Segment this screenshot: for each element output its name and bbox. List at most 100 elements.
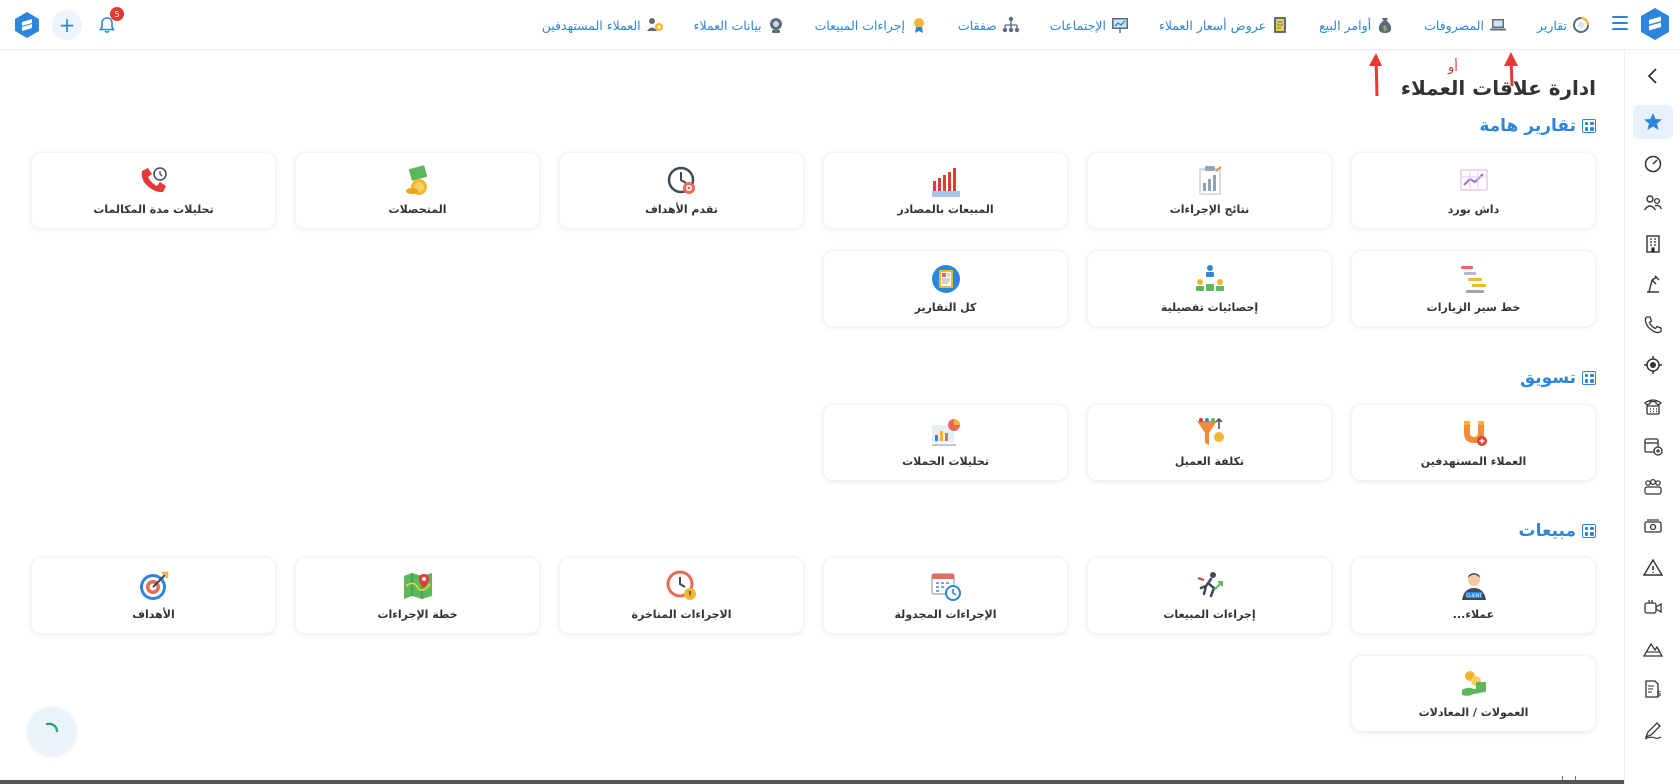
hand-coins-icon [1461,671,1486,696]
sidebar-item-team[interactable] [1625,467,1680,508]
card-all-reports[interactable]: كل التقارير [823,250,1068,327]
app-switch-button[interactable] [12,10,42,40]
report-book-icon [931,265,960,293]
sidebar-item-mountain[interactable] [1625,629,1680,670]
svg-text:CLIENT: CLIENT [1466,593,1482,599]
sidebar-item-company[interactable] [1625,224,1680,265]
right-sidebar: $ [1624,50,1680,784]
sidebar-item-calls[interactable] [1625,305,1680,346]
funnel-coin-icon [1196,417,1224,445]
card-sales-by-source[interactable]: المبيعات بالمصادر [823,152,1068,229]
award-icon [913,18,924,33]
nav-customer-data[interactable]: بيانات العملاء [694,16,785,34]
sidebar-item-contacts[interactable] [1625,183,1680,224]
nav-expenses[interactable]: المصروفات [1424,16,1507,34]
users-icon [1643,195,1663,211]
card-collections[interactable]: المتحصلات [295,152,540,229]
nav-meetings[interactable]: الإجتماعات [1050,16,1129,34]
main-content: ادارة علاقات العملاء أو تقارير هامة داش … [0,50,1624,784]
card-customer-cost[interactable]: تكلفة العميل [1087,404,1332,481]
chevron-left-icon [1647,68,1657,84]
cash-coins-icon [405,165,427,195]
brand-logo-icon[interactable] [1638,7,1672,41]
gauge-icon [1644,155,1662,172]
card-goals[interactable]: الأهداف [31,557,276,634]
spinner-icon [45,722,59,733]
nav-label: تقارير [1536,17,1567,33]
annotation-arrow [1369,53,1382,97]
card-call-duration-analytics[interactable]: تحليلات مدة المكالمات [31,152,276,229]
nav-quotes[interactable]: عروض أسعار العملاء [1159,16,1289,34]
clock-alert-icon [666,570,696,600]
top-left-actions: + 5 [12,7,124,40]
card-sales-actions[interactable]: إجراءات المبيعات [1087,557,1332,634]
sidebar-item-dashboard[interactable] [1625,143,1680,184]
notification-badge: 5 [110,7,124,21]
sidebar-collapse-button[interactable] [1625,50,1680,102]
brand-logo-small-icon [15,12,39,38]
menu-toggle-button[interactable] [1612,16,1628,30]
card-label: كل التقارير [914,301,977,314]
main-nav: العملاء المستهدفين بيانات العملاء إجراءا… [542,0,1590,50]
card-target-customers[interactable]: العملاء المستهدفين [1351,404,1596,481]
chart-ring-icon [1573,16,1590,33]
nav-label: أوامر البيع [1319,17,1372,33]
card-overdue-actions[interactable]: الاجراءات المتاخرة [559,557,804,634]
nav-deals[interactable]: صفقات [958,16,1020,34]
section-title-text: تسويق [1519,368,1576,388]
card-customers[interactable]: CLIENT عملاء... [1351,557,1596,634]
hamburger-line [1612,22,1628,24]
card-label: المبيعات بالمصادر [897,203,994,216]
nav-target-customers[interactable]: العملاء المستهدفين [542,16,664,34]
sidebar-item-add-event[interactable] [1625,426,1680,467]
card-label: خط سير الزيارات [1426,301,1521,314]
grid-icon [1582,119,1596,133]
card-commissions[interactable]: العمولات / المعادلات [1351,655,1596,732]
equipment-icon [1647,275,1660,293]
target-customers-icon [646,18,663,31]
sidebar-item-invoices[interactable]: $ [1625,669,1680,710]
sidebar-item-video[interactable] [1625,588,1680,629]
notifications-button[interactable]: 5 [92,7,124,40]
card-label: خطة الإجراءات [377,608,458,621]
add-button[interactable]: + [52,10,82,40]
nav-reports[interactable]: تقارير [1537,16,1590,34]
calendar-add-icon [1644,438,1663,456]
sidebar-item-telephone[interactable] [1625,386,1680,427]
card-label: تحليلات الحملات [902,455,989,468]
sidebar-item-alerts[interactable] [1625,548,1680,589]
hamburger-line [1612,28,1628,30]
sidebar-item-location[interactable] [1625,345,1680,386]
card-scheduled-actions[interactable]: الإجراءات المجدولة [823,557,1068,634]
card-label: الأهداف [132,608,175,621]
sidebar-item-tools[interactable] [1625,264,1680,305]
clipboard-chart-icon [1198,166,1222,195]
nav-sales-actions[interactable]: إجراءات المبيعات [815,16,928,34]
card-action-plan[interactable]: خطة الإجراءات [295,557,540,634]
svg-text:$: $ [1383,25,1387,33]
card-detailed-stats[interactable]: إحصائيات تفصيلية [1087,250,1332,327]
gantt-route-icon [1460,266,1486,293]
plus-icon: + [58,13,76,37]
card-label: داش بورد [1447,203,1500,216]
annotation-or-text: أو [1448,60,1458,75]
card-action-results[interactable]: نتائج الإجراءات [1087,152,1332,229]
campaign-chart-icon [931,419,960,446]
sidebar-item-favorites[interactable] [1625,102,1680,143]
card-goals-progress[interactable]: تقدم الأهداف [559,152,804,229]
invoice-dollar-icon: $ [1645,680,1662,698]
loading-spinner-button[interactable] [28,707,76,755]
calendar-clock-icon [930,573,961,601]
card-label: المتحصلات [388,203,447,216]
card-label: نتائج الإجراءات [1169,203,1250,216]
nav-label: بيانات العملاء [693,17,762,33]
sidebar-item-sign[interactable] [1625,710,1680,751]
sidebar-item-cash[interactable] [1625,507,1680,548]
hierarchy-stats-icon [1195,265,1224,291]
card-label: إحصائيات تفصيلية [1160,301,1259,314]
card-campaign-analytics[interactable]: تحليلات الحملات [823,404,1068,481]
card-visit-route[interactable]: خط سير الزيارات [1351,250,1596,327]
card-dashboard[interactable]: داش بورد [1351,152,1596,229]
bottom-scrollbar-strip [0,780,1624,784]
nav-sales-orders[interactable]: $ أوامر البيع [1319,16,1394,34]
